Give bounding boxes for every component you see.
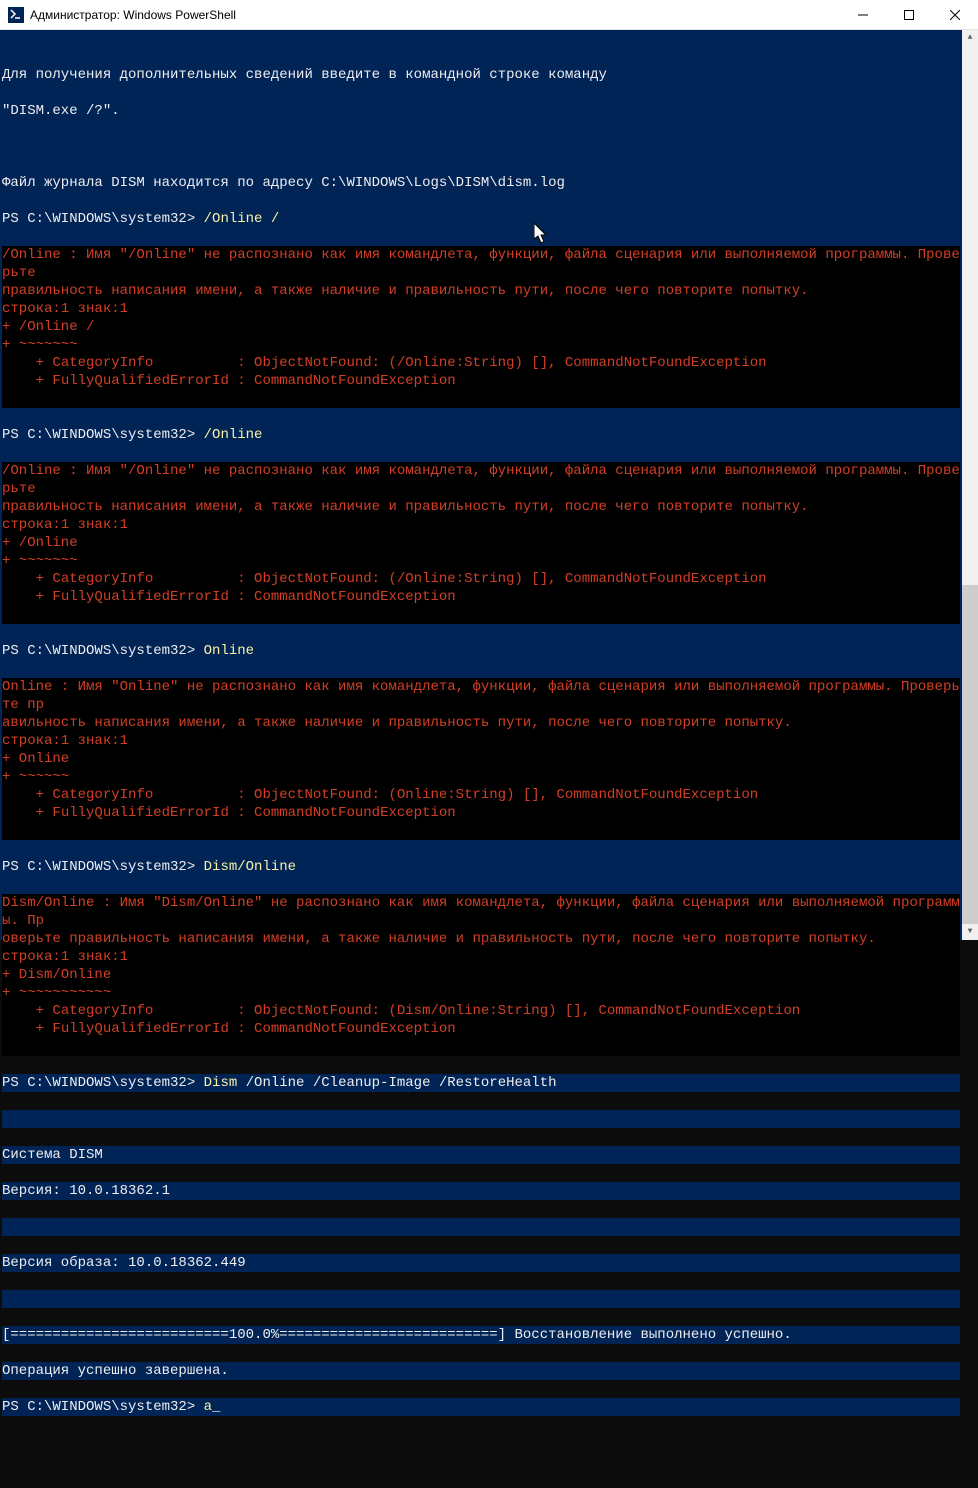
error-tilde: + ~~~~~~~: [2, 552, 960, 570]
close-button[interactable]: [932, 0, 978, 29]
error-tilde: + ~~~~~~~~~~~: [2, 984, 960, 1002]
progress-bar: [==========================100.0%=======…: [2, 1326, 960, 1344]
window-controls: [840, 0, 978, 29]
powershell-icon: [8, 7, 24, 23]
error-category: + CategoryInfo : ObjectNotFound: (/Onlin…: [2, 354, 960, 372]
error-msg: /Online : Имя "/Online" не распознано ка…: [2, 462, 960, 498]
error-fqid: + FullyQualifiedErrorId : CommandNotFoun…: [2, 1020, 960, 1038]
prompt: PS C:\WINDOWS\system32>: [2, 859, 204, 875]
error-msg: Dism/Online : Имя "Dism/Online" не распо…: [2, 894, 960, 930]
prompt: PS C:\WINDOWS\system32>: [2, 643, 204, 659]
error-msg: правильность написания имени, а также на…: [2, 498, 960, 516]
dism-version: Версия: 10.0.18362.1: [2, 1182, 960, 1200]
terminal-area[interactable]: Для получения дополнительных сведений вв…: [0, 30, 978, 940]
error-msg: оверьте правильность написания имени, а …: [2, 930, 960, 948]
command-input: Online: [204, 643, 254, 659]
prompt: PS C:\WINDOWS\system32>: [2, 427, 204, 443]
prompt-line: PS C:\WINDOWS\system32> /Online: [2, 426, 960, 444]
prompt: PS C:\WINDOWS\system32>: [2, 211, 204, 227]
scrollbar-down-icon[interactable]: ▼: [962, 924, 978, 940]
window-title: Администратор: Windows PowerShell: [30, 6, 840, 24]
current-input: a: [204, 1399, 212, 1415]
blank-line: [2, 1110, 960, 1128]
dism-system: Система DISM: [2, 1146, 960, 1164]
blank-line: [2, 1038, 960, 1056]
vertical-scrollbar[interactable]: ▲ ▼: [962, 30, 978, 940]
error-echo: + /Online /: [2, 318, 960, 336]
help-text: Для получения дополнительных сведений вв…: [2, 66, 960, 84]
error-fqid: + FullyQualifiedErrorId : CommandNotFoun…: [2, 372, 960, 390]
error-echo: + /Online: [2, 534, 960, 552]
error-tilde: + ~~~~~~~: [2, 336, 960, 354]
prompt: PS C:\WINDOWS\system32>: [2, 1399, 204, 1415]
error-tilde: + ~~~~~~: [2, 768, 960, 786]
blank-line: [2, 606, 960, 624]
blank-line: [2, 1290, 960, 1308]
error-fqid: + FullyQualifiedErrorId : CommandNotFoun…: [2, 804, 960, 822]
prompt-line: PS C:\WINDOWS\system32> Online: [2, 642, 960, 660]
text-cursor: _: [212, 1399, 220, 1415]
blank-line: [2, 390, 960, 408]
error-echo: + Online: [2, 750, 960, 768]
image-version: Версия образа: 10.0.18362.449: [2, 1254, 960, 1272]
command-input: /Online: [204, 427, 263, 443]
command-dism: Dism: [204, 1075, 238, 1091]
blank-line: [2, 138, 960, 156]
scrollbar-thumb[interactable]: [962, 585, 978, 940]
prompt-line: PS C:\WINDOWS\system32> Dism/Online: [2, 858, 960, 876]
prompt: PS C:\WINDOWS\system32>: [2, 1075, 204, 1091]
maximize-button[interactable]: [886, 0, 932, 29]
error-msg: правильность написания имени, а также на…: [2, 282, 960, 300]
error-position: строка:1 знак:1: [2, 948, 960, 966]
terminal-content[interactable]: Для получения дополнительных сведений вв…: [0, 48, 962, 1434]
error-category: + CategoryInfo : ObjectNotFound: (Dism/O…: [2, 1002, 960, 1020]
operation-done: Операция успешно завершена.: [2, 1362, 960, 1380]
error-msg: авильность написания имени, а также нали…: [2, 714, 960, 732]
prompt-line: PS C:\WINDOWS\system32> Dism /Online /Cl…: [2, 1074, 960, 1092]
error-fqid: + FullyQualifiedErrorId : CommandNotFoun…: [2, 588, 960, 606]
prompt-line-active[interactable]: PS C:\WINDOWS\system32> a_: [2, 1398, 960, 1416]
prompt-line: PS C:\WINDOWS\system32> /Online /: [2, 210, 960, 228]
error-position: строка:1 знак:1: [2, 732, 960, 750]
error-category: + CategoryInfo : ObjectNotFound: (Online…: [2, 786, 960, 804]
error-position: строка:1 знак:1: [2, 300, 960, 318]
command-input: Dism/Online: [204, 859, 296, 875]
error-msg: Online : Имя "Online" не распознано как …: [2, 678, 960, 714]
command-input: /Online /: [204, 211, 280, 227]
scrollbar-up-icon[interactable]: ▲: [962, 30, 978, 46]
blank-line: [2, 822, 960, 840]
blank-line: [2, 1218, 960, 1236]
error-category: + CategoryInfo : ObjectNotFound: (/Onlin…: [2, 570, 960, 588]
window-titlebar: Администратор: Windows PowerShell: [0, 0, 978, 30]
minimize-button[interactable]: [840, 0, 886, 29]
error-msg: /Online : Имя "/Online" не распознано ка…: [2, 246, 960, 282]
log-path: Файл журнала DISM находится по адресу C:…: [2, 174, 960, 192]
help-cmd: "DISM.exe /?".: [2, 102, 960, 120]
command-args: /Online /Cleanup-Image /RestoreHealth: [237, 1075, 556, 1091]
error-position: строка:1 знак:1: [2, 516, 960, 534]
error-echo: + Dism/Online: [2, 966, 960, 984]
